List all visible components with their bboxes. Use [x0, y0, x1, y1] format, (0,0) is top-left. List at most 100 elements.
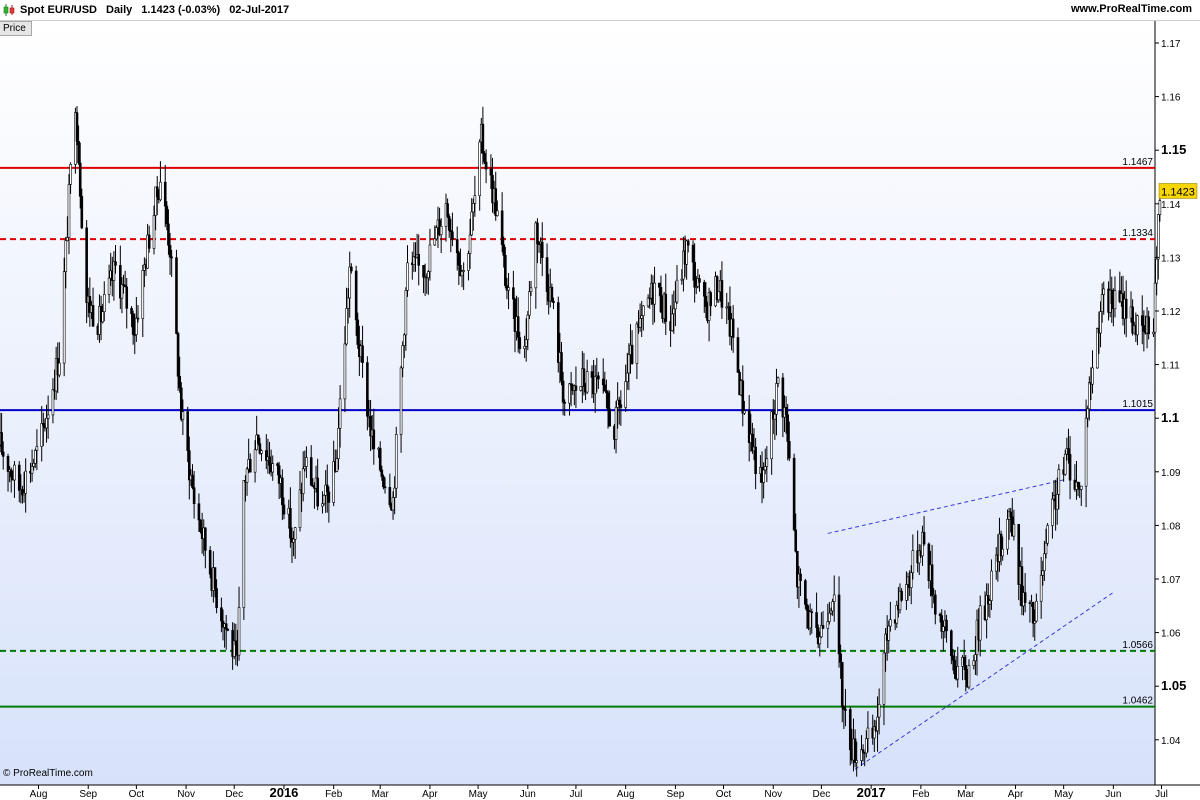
candle-body: [427, 271, 430, 279]
candle-body: [391, 497, 395, 511]
x-tick-label: Nov: [177, 789, 195, 800]
y-tick-label: 1.09: [1161, 468, 1181, 479]
candle-body: [1140, 315, 1144, 326]
candle-body: [550, 286, 554, 302]
candle-body: [372, 429, 376, 450]
source-link[interactable]: www.ProRealTime.com: [1071, 3, 1192, 15]
candle-body: [840, 662, 844, 708]
candle-body: [101, 311, 104, 323]
price-panel-tab[interactable]: Price: [0, 21, 32, 36]
candle-body: [1091, 367, 1094, 385]
candle-body: [693, 261, 696, 288]
candle-body: [831, 601, 834, 612]
candle-body: [253, 449, 257, 473]
plot-background: [0, 20, 1155, 785]
x-tick-label: Jul: [1155, 789, 1168, 800]
candle-body: [956, 666, 960, 680]
candle-body: [468, 234, 472, 254]
candle-body: [686, 240, 690, 246]
candle-body: [1063, 453, 1067, 475]
candle-body: [826, 621, 830, 629]
x-tick-label: May: [469, 789, 488, 800]
candle-body: [175, 257, 178, 334]
candle-body: [268, 456, 271, 466]
candle-body: [775, 383, 778, 415]
candle-body: [1086, 408, 1090, 419]
candle-body: [674, 301, 677, 310]
candle-body: [446, 203, 449, 217]
candle-body: [226, 628, 230, 631]
candle-body: [489, 168, 493, 176]
candle-body: [704, 295, 708, 307]
candle-body: [289, 507, 292, 539]
candle-body: [422, 265, 425, 278]
candle-body: [35, 446, 39, 451]
candle-body: [601, 378, 605, 386]
candle-body: [889, 619, 892, 627]
y-tick-label: 1.17: [1161, 39, 1181, 50]
candle-body: [77, 141, 80, 164]
last-price-change: 1.1423 (-0.03%): [141, 4, 221, 16]
candle-body: [473, 195, 477, 204]
candle-body: [507, 287, 510, 291]
candle-body: [837, 594, 841, 655]
candle-body: [799, 573, 802, 581]
candle-body: [428, 244, 432, 272]
candle-body: [102, 294, 106, 313]
candle-body: [483, 153, 486, 163]
x-tick-label: Apr: [1008, 789, 1024, 800]
candle-body: [78, 162, 82, 197]
candle-body: [619, 404, 623, 408]
candle-body: [75, 112, 79, 142]
candle-body: [794, 529, 798, 552]
candle-body: [1, 451, 5, 457]
candle-body: [30, 466, 34, 474]
candle-body: [471, 203, 475, 213]
candle-body: [529, 287, 533, 292]
candle-body: [882, 652, 886, 705]
candle-body: [168, 245, 172, 258]
candle-body: [1099, 311, 1102, 334]
candle-body: [731, 318, 735, 338]
candle-body: [698, 278, 701, 283]
candle-body: [462, 270, 465, 272]
candle-body: [788, 441, 791, 459]
candle-body: [523, 345, 526, 349]
candle-body: [292, 538, 295, 543]
candle-body: [176, 333, 180, 377]
candle-body: [1153, 282, 1157, 333]
candle-body: [887, 625, 891, 641]
candle-body: [675, 279, 679, 303]
candle-body: [561, 380, 565, 403]
candle-body: [990, 570, 993, 601]
candle-body: [350, 266, 353, 272]
candle-body: [670, 313, 674, 331]
candle-body: [17, 464, 21, 491]
candle-body: [786, 414, 790, 442]
candle-body: [1009, 511, 1012, 518]
candle-body: [107, 277, 111, 295]
x-tick-label: Sep: [667, 789, 685, 800]
candle-body: [512, 287, 515, 300]
candle-body: [6, 456, 10, 472]
candle-body: [909, 572, 913, 588]
candle-body: [40, 423, 44, 447]
x-tick-label: Jun: [520, 789, 536, 800]
candle-body: [496, 210, 499, 216]
candle-body: [67, 184, 71, 238]
candle-body: [69, 164, 72, 185]
candle-body: [664, 293, 668, 322]
y-tick-label: 1.12: [1161, 307, 1181, 318]
candle-body: [114, 261, 117, 266]
level-label: 1.0462: [1122, 696, 1153, 707]
candle-body: [165, 205, 169, 225]
candle-body: [962, 657, 966, 666]
candle-body: [1039, 574, 1043, 602]
x-tick-label: Dec: [812, 789, 830, 800]
x-tick-label: May: [1054, 789, 1073, 800]
candle-body: [590, 371, 594, 378]
price-chart[interactable]: 1.1467 1.1334 1.1015 1.0566 1.0462 1.17 1.16 1…: [0, 0, 1200, 800]
candle-body: [0, 432, 3, 453]
candle-body: [1096, 328, 1099, 369]
candle-body: [658, 282, 661, 288]
